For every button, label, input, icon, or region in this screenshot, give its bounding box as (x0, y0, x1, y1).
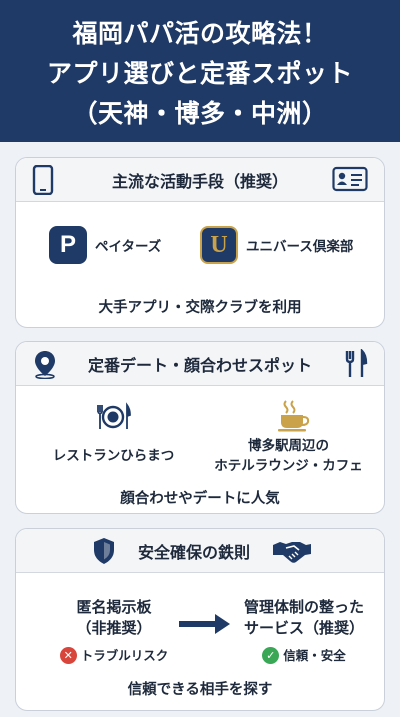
app-paters: P ペイターズ (49, 226, 161, 264)
bad-line-2: （非推奨） (76, 619, 152, 637)
anonymous-board-column: 匿名掲示板 （非推奨） ✕ トラブルリスク (44, 597, 184, 666)
check-circle-icon: ✓ (262, 647, 280, 664)
spots-card-header: 定番デート・顔合わせスポット (16, 342, 384, 386)
trust-safe-tag: ✓ 信頼・安全 (229, 645, 379, 666)
app-universe-club-name: ユニバース倶楽部 (246, 239, 354, 255)
trouble-risk-tag: ✕ トラブルリスク (44, 645, 184, 666)
title-line-2: アプリ選びと定番スポット (46, 59, 353, 88)
paters-logo: P (49, 226, 87, 264)
id-card-icon (332, 165, 368, 197)
bad-line-1: 匿名掲示板 (76, 598, 152, 616)
app-universe-club: U ユニバース倶楽部 (200, 226, 353, 264)
spot-hiramatsu: レストランひらまつ (52, 448, 175, 464)
app-paters-name: ペイターズ (95, 239, 162, 255)
apps-caption: 大手アプリ・交際クラブを利用 (98, 300, 302, 316)
apps-card: 主流な活動手段（推奨） P ペイターズ U ユニバース倶楽部 大手アプリ・交際ク… (15, 157, 385, 328)
managed-service-column: 管理体制の整った サービス（推奨） ✓ 信頼・安全 (229, 597, 379, 666)
title-line-1: 福岡パパ活の攻略法！ (72, 19, 328, 48)
safety-card-title: 安全確保の鉄則 (137, 542, 250, 562)
shield-icon (92, 537, 116, 569)
safety-card-header: 安全確保の鉄則 (16, 529, 384, 573)
spot-hakata-line-2: ホテルラウンジ・カフェ (214, 458, 363, 474)
spots-caption: 顔合わせやデートに人気 (120, 491, 280, 507)
spots-card-title: 定番デート・顔合わせスポット (87, 355, 312, 375)
coffee-cup-icon (275, 398, 313, 436)
title-line-3: （天神・博多・中洲） (72, 99, 328, 128)
trouble-risk-label: トラブルリスク (80, 648, 169, 663)
handshake-icon (272, 538, 312, 568)
spot-hakata-line-1: 博多駅周辺の (248, 438, 329, 454)
good-line-1: 管理体制の整った (243, 598, 364, 616)
safety-card: 安全確保の鉄則 匿名掲示板 （非推奨） ✕ トラブルリスク 管理体制の整った サ… (15, 528, 385, 711)
title-banner: 福岡パパ活の攻略法！ アプリ選びと定番スポット （天神・博多・中洲） (0, 0, 400, 142)
trust-safe-label: 信頼・安全 (283, 648, 346, 663)
apps-card-title: 主流な活動手段（推奨） (111, 171, 288, 191)
universe-club-logo: U (200, 226, 238, 264)
fork-knife-icon (344, 348, 368, 383)
dining-plate-icon (95, 400, 131, 436)
arrow-right-icon (179, 613, 231, 639)
apps-card-header: 主流な活動手段（推奨） (16, 158, 384, 202)
x-circle-icon: ✕ (59, 647, 77, 664)
spot-hakata-lounge: 博多駅周辺の ホテルラウンジ・カフェ (206, 436, 371, 476)
good-line-2: サービス（推奨） (243, 619, 364, 637)
spots-card: 定番デート・顔合わせスポット レストランひらまつ 博多駅周辺の ホテルラウンジ・… (15, 341, 385, 514)
smartphone-icon (32, 164, 54, 199)
location-pin-icon (32, 349, 58, 383)
safety-caption: 信頼できる相手を探す (127, 682, 273, 698)
